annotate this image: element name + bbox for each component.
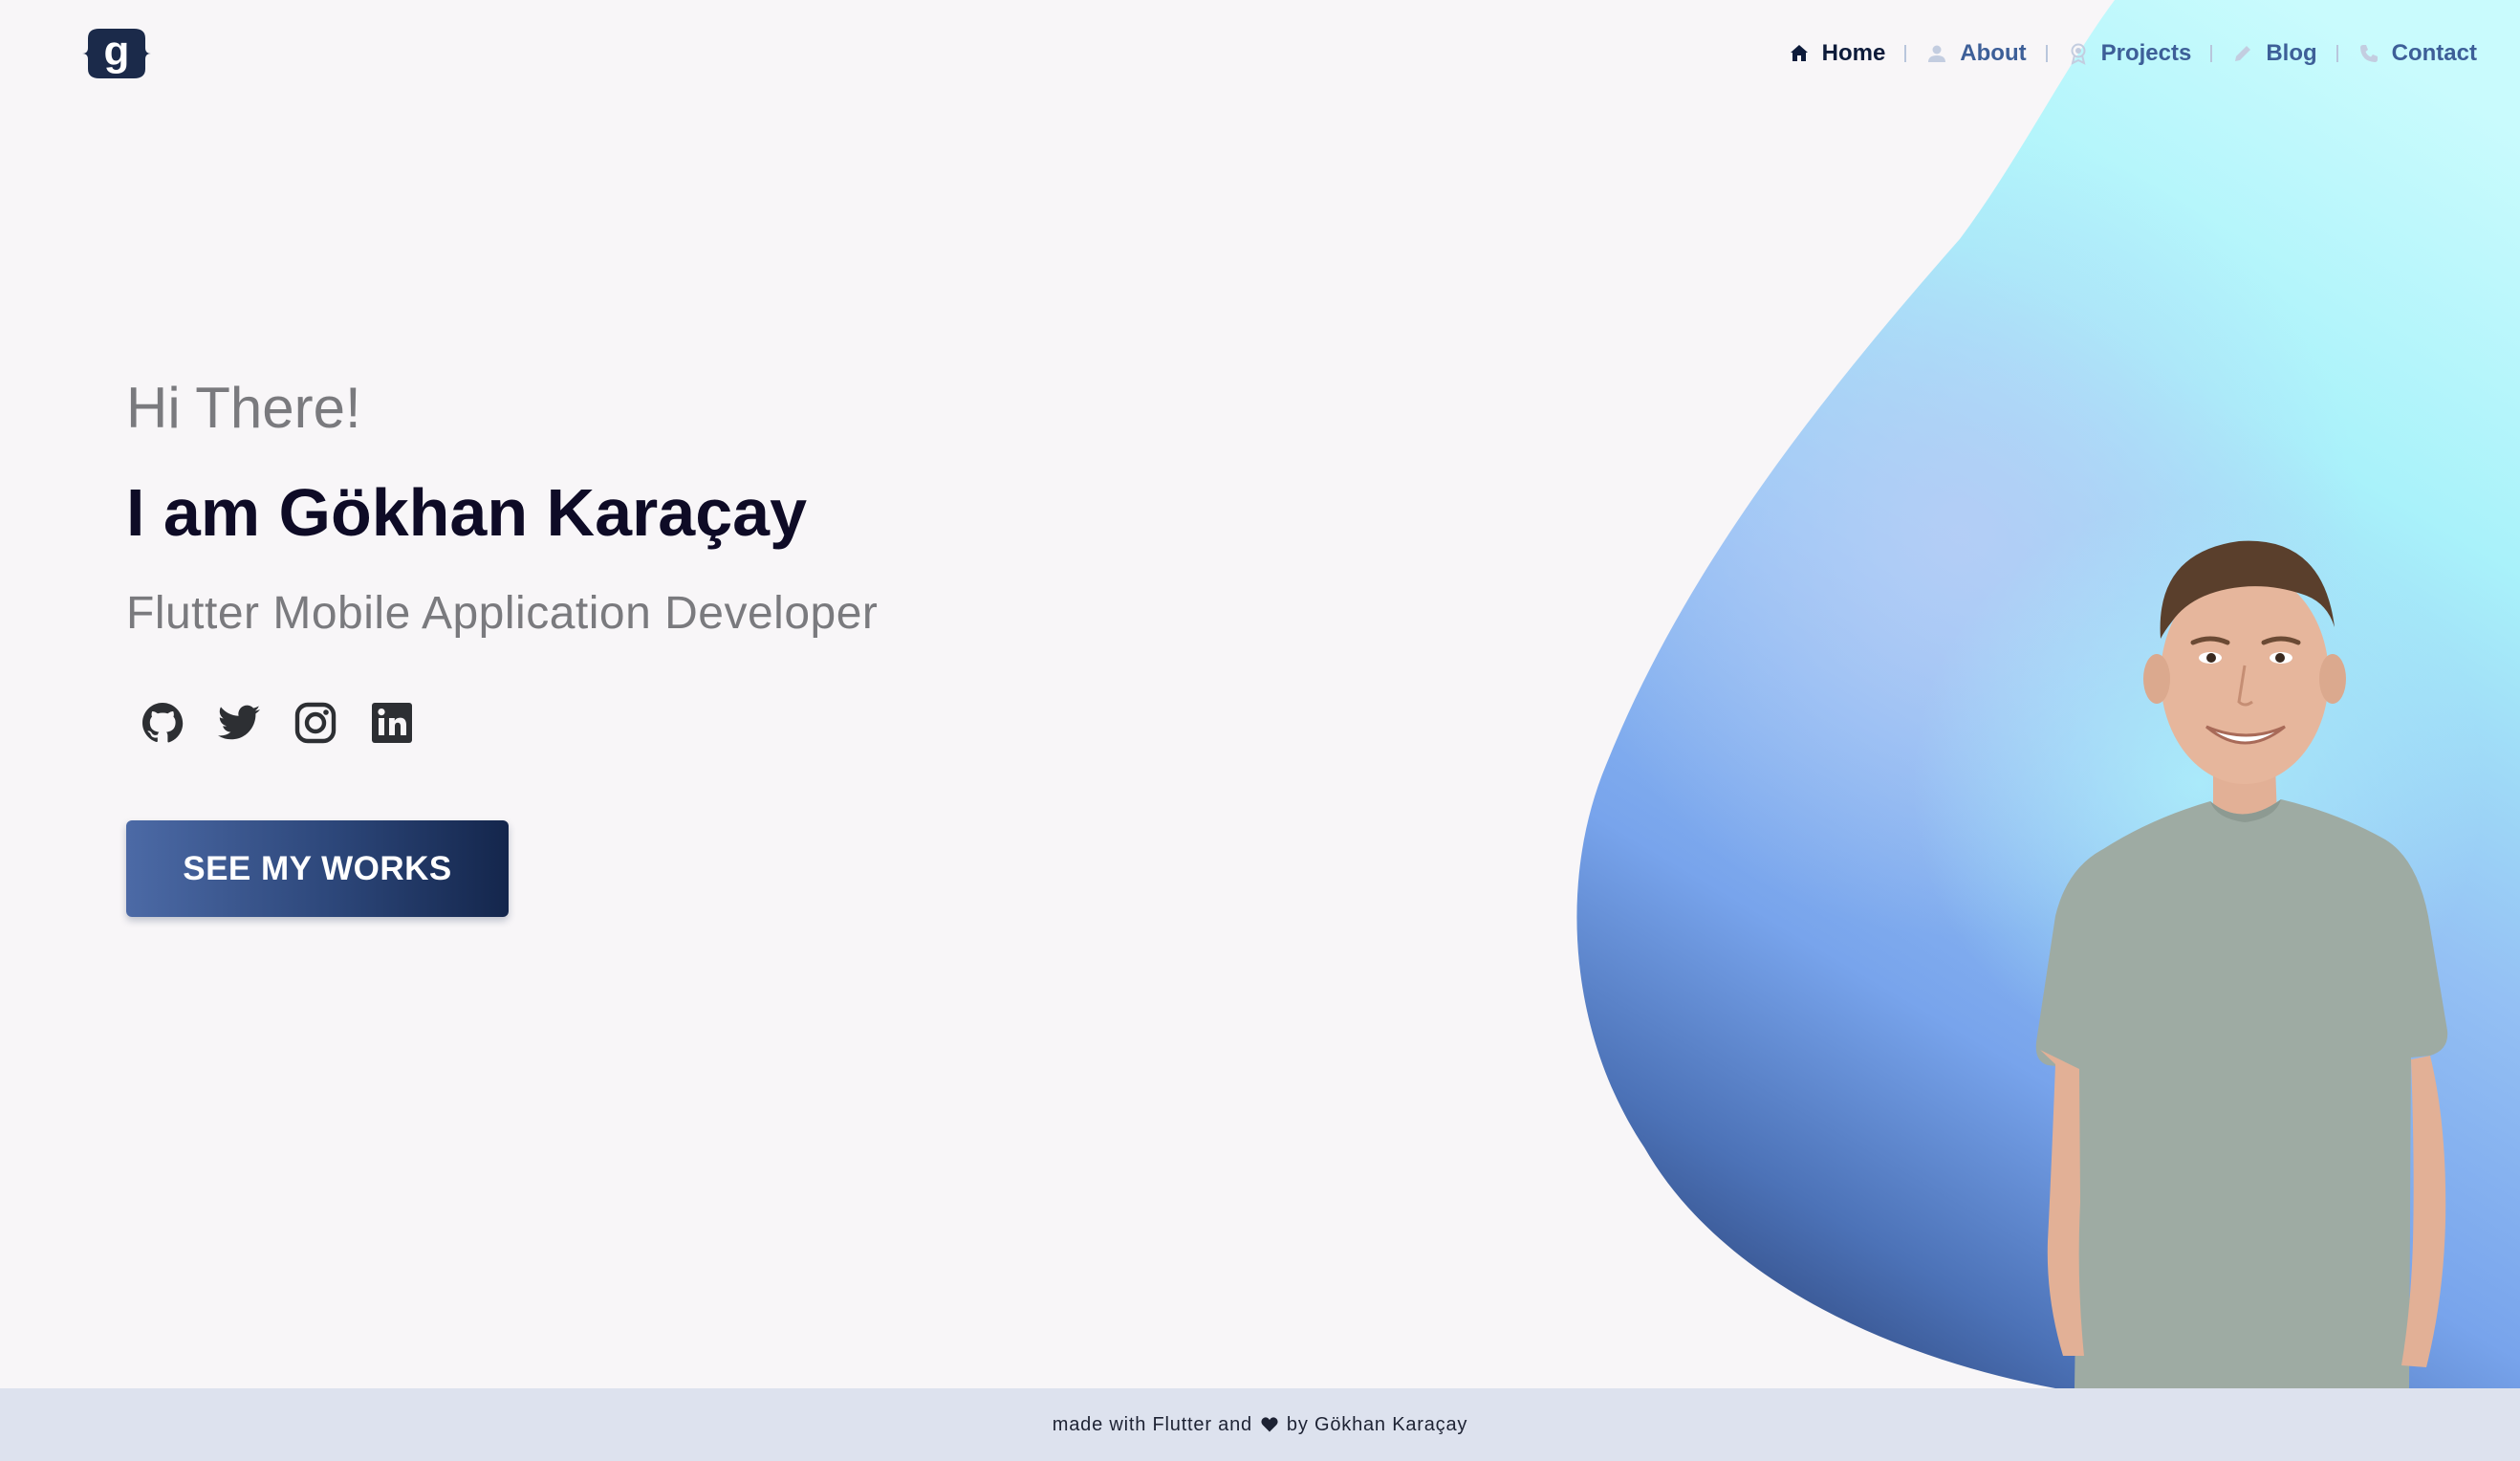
site-footer: made with Flutter and by Gökhan Karaçay [0, 1388, 2520, 1461]
profile-photo [2035, 540, 2448, 1388]
github-icon [142, 703, 184, 743]
instagram-icon [294, 702, 337, 744]
pencil-icon [2235, 46, 2251, 61]
award-icon [2071, 43, 2086, 65]
logo-g-icon: g [82, 28, 151, 78]
linkedin-icon [372, 703, 412, 743]
nav-blog-label: Blog [2266, 40, 2317, 66]
footer-made-with: made with Flutter and [1052, 1413, 1252, 1435]
nav-home-label: Home [1821, 40, 1886, 66]
hero-greeting: Hi There! [126, 376, 361, 440]
nav-divider [2335, 45, 2338, 62]
logo-letter: g [104, 28, 130, 75]
nav-divider [2210, 45, 2213, 62]
nav-contact-label: Contact [2391, 40, 2477, 66]
nav-contact[interactable]: Contact [2357, 40, 2477, 67]
home-icon [1790, 45, 1808, 61]
see-my-works-button[interactable]: SEE MY WORKS [126, 820, 509, 917]
nav-about[interactable]: About [1925, 40, 2027, 67]
nav-home[interactable]: Home [1788, 40, 1886, 67]
instagram-link[interactable] [293, 700, 338, 746]
portfolio-page: g Home About Projects Blog Contact Hi Th… [0, 0, 2520, 1461]
twitter-icon [218, 705, 260, 740]
nav-divider [2045, 45, 2048, 62]
person-icon [1928, 45, 1946, 62]
nav-projects[interactable]: Projects [2067, 40, 2192, 67]
nav-about-label: About [1960, 40, 2027, 66]
github-link[interactable] [140, 700, 185, 746]
footer-author: by Gökhan Karaçay [1286, 1413, 1468, 1435]
heart-icon [1261, 1417, 1278, 1432]
nav-projects-label: Projects [2100, 40, 2192, 66]
nav-divider [1904, 45, 1907, 62]
linkedin-link[interactable] [369, 700, 415, 746]
phone-icon [2359, 45, 2378, 62]
twitter-link[interactable] [216, 700, 262, 746]
hero-role: Flutter Mobile Application Developer [126, 588, 879, 639]
hero-name: I am Gökhan Karaçay [126, 475, 807, 550]
main-nav: Home About Projects Blog Contact [1788, 34, 2477, 73]
nav-blog[interactable]: Blog [2231, 40, 2317, 67]
site-logo[interactable]: g [80, 23, 153, 84]
social-links [140, 700, 415, 746]
